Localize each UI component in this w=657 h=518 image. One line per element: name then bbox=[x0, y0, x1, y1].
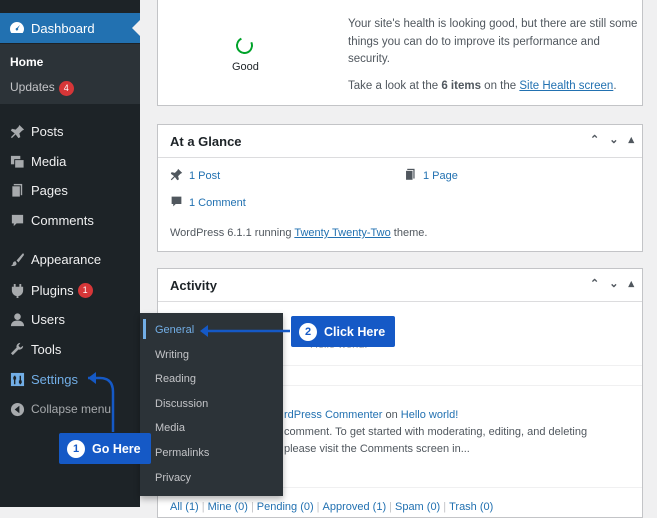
callout-label: Go Here bbox=[92, 441, 141, 456]
callout-number: 2 bbox=[299, 322, 317, 341]
callout-number: 1 bbox=[67, 439, 85, 458]
callout-go-here: 1 Go Here bbox=[59, 433, 151, 464]
callout-arrows bbox=[88, 325, 290, 432]
callout-click-here: 2 Click Here bbox=[291, 316, 396, 347]
callout-label: Click Here bbox=[324, 324, 386, 339]
